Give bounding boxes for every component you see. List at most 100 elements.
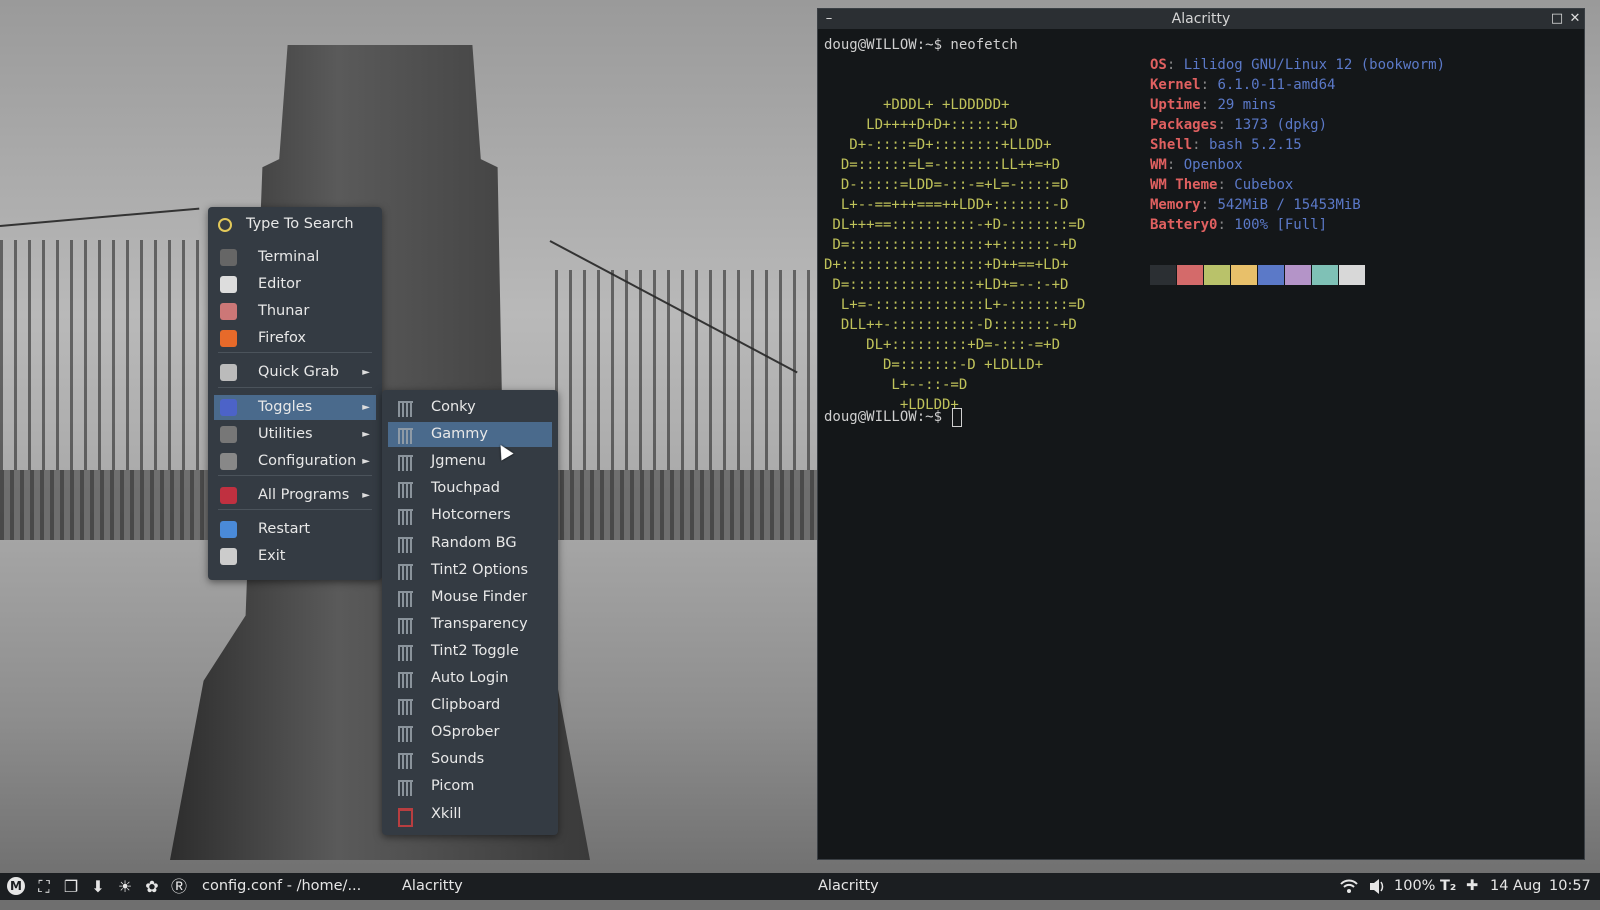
task-config[interactable]: config.conf - /home/... — [202, 873, 361, 900]
logo-line: D+:::::::::::::::::+D++==+LD+ — [824, 257, 1069, 273]
toggle-item-tint2-options[interactable]: Tint2 Options — [388, 558, 552, 583]
toggle-item-conky[interactable]: Conky — [388, 395, 552, 420]
terminal-icon — [220, 249, 237, 266]
script-icon — [398, 726, 413, 743]
toggle-item-jgmenu[interactable]: Jgmenu — [388, 449, 552, 474]
menu-item-all-programs[interactable]: All Programs ► — [214, 483, 376, 508]
menu-item-exit[interactable]: Exit — [214, 544, 376, 569]
task-alacritty-1[interactable]: Alacritty — [402, 873, 463, 900]
menu-search[interactable]: Type To Search — [214, 212, 376, 237]
bridge-hangers — [0, 240, 200, 470]
toggle-item-random-bg[interactable]: Random BG — [388, 531, 552, 556]
toggle-item-transparency[interactable]: Transparency — [388, 612, 552, 637]
info-separator: : — [1200, 77, 1218, 93]
maximize-icon[interactable]: □ — [1548, 9, 1566, 29]
logo-line: DLL++-::::::::::-D:::::::-+D — [824, 317, 1077, 333]
toggle-item-label: Random BG — [431, 534, 517, 551]
logo-line: +DDDL+ +LDDDDD+ — [824, 97, 1010, 113]
toggles-submenu[interactable]: Conky Gammy Jgmenu Touchpad Hotcorners Random… — [382, 390, 558, 835]
script-icon — [398, 563, 413, 580]
toggle-item-auto-login[interactable]: Auto Login — [388, 666, 552, 691]
info-line: Shell: bash 5.2.15 — [1150, 135, 1302, 155]
download-icon[interactable]: ⬇ — [88, 873, 108, 900]
info-separator: : — [1200, 97, 1218, 113]
info-key: WM Theme — [1150, 177, 1218, 193]
menu-item-editor[interactable]: Editor — [214, 272, 376, 297]
task-alacritty-2[interactable]: Alacritty — [818, 873, 879, 900]
toggle-item-hotcorners[interactable]: Hotcorners — [388, 503, 552, 528]
toggle-item-gammy[interactable]: Gammy — [388, 422, 552, 448]
utilities-icon — [220, 426, 237, 443]
menu-item-label: Exit — [258, 548, 286, 564]
trash-icon — [398, 807, 413, 827]
script-icon — [398, 672, 413, 688]
info-line: Battery0: 100% [Full] — [1150, 215, 1327, 235]
window-titlebar[interactable]: – Alacritty □ ✕ — [818, 9, 1584, 29]
toggle-item-picom[interactable]: Picom — [388, 774, 552, 799]
logo-line: DL+:::::::::+D=-:::-=+D — [824, 337, 1061, 353]
app-grid-icon[interactable]: ⛶ — [34, 873, 54, 900]
info-separator: : — [1166, 57, 1184, 73]
info-line: WM Theme: Cubebox — [1150, 175, 1293, 195]
editor-icon — [220, 276, 237, 293]
script-icon — [398, 401, 413, 417]
terminal-output[interactable]: doug@WILLOW:~$ neofetch +DDDL+ +LDDDDD+ … — [824, 35, 1584, 859]
toggle-item-clipboard[interactable]: Clipboard — [388, 693, 552, 718]
menu-item-utilities[interactable]: Utilities ► — [214, 422, 376, 447]
toggle-item-sounds[interactable]: Sounds — [388, 747, 552, 772]
bridge-hangers — [555, 270, 820, 470]
menu-item-toggles[interactable]: Toggles ► — [214, 395, 376, 420]
info-value: bash 5.2.15 — [1209, 137, 1302, 153]
window-list-icon[interactable]: ❐ — [61, 873, 81, 900]
info-separator: : — [1217, 177, 1235, 193]
info-line: WM: Openbox — [1150, 155, 1243, 175]
volume-icon[interactable] — [1368, 873, 1386, 900]
prompt-text: doug@WILLOW:~$ — [824, 409, 951, 425]
info-separator: : — [1166, 157, 1184, 173]
logo-line: D=:::::::-D +LDLLD+ — [824, 357, 1044, 373]
info-separator: : — [1192, 137, 1210, 153]
start-button[interactable]: M — [6, 873, 26, 900]
menu-item-firefox[interactable]: Firefox — [214, 326, 376, 351]
toggle-item-label: Transparency — [431, 615, 528, 632]
root-menu[interactable]: Type To Search Terminal Editor Thunar Firef… — [208, 207, 382, 580]
menu-item-quick-grab[interactable]: Quick Grab ► — [214, 360, 376, 385]
info-value: Cubebox — [1234, 177, 1294, 193]
close-icon[interactable]: ✕ — [1566, 9, 1584, 29]
minimize-icon[interactable]: – — [820, 9, 838, 29]
brightness-icon[interactable]: ☀ — [115, 873, 135, 900]
logo-line: D+-::::=D+::::::::+LLDD+ — [824, 137, 1052, 153]
menu-item-terminal[interactable]: Terminal — [214, 245, 376, 270]
info-key: Battery0 — [1150, 217, 1218, 233]
menu-item-label: Firefox — [258, 330, 306, 346]
menu-item-configuration[interactable]: Configuration ► — [214, 449, 376, 474]
thunar-icon — [220, 303, 237, 320]
info-key: Kernel — [1150, 77, 1201, 93]
toggle-item-tint2-toggle[interactable]: Tint2 Toggle — [388, 639, 552, 664]
info-key: OS — [1150, 57, 1167, 73]
toggle-item-osprober[interactable]: OSprober — [388, 720, 552, 745]
wifi-icon[interactable] — [1339, 873, 1359, 900]
battery-level[interactable]: 100% — [1394, 873, 1435, 900]
settings-icon[interactable]: ✿ — [142, 873, 162, 900]
menu-item-thunar[interactable]: Thunar — [214, 299, 376, 324]
logo-line: DL+++==::::::::::-+D-:::::::=D — [824, 217, 1086, 233]
toggle-item-label: Gammy — [431, 426, 488, 443]
toggle-item-touchpad[interactable]: Touchpad — [388, 476, 552, 501]
menu-separator — [218, 475, 372, 476]
logo-line: L+=-:::::::::::::L+-:::::::=D — [824, 297, 1086, 313]
terminal-window[interactable]: – Alacritty □ ✕ doug@WILLOW:~$ neofetch … — [817, 8, 1585, 860]
keyboard-layout[interactable]: T₂ — [1440, 873, 1456, 900]
plus-icon[interactable]: ✚ — [1466, 873, 1478, 900]
toggle-item-xkill[interactable]: Xkill — [388, 802, 552, 827]
info-line: Kernel: 6.1.0-11-amd64 — [1150, 75, 1335, 95]
menu-item-restart[interactable]: Restart — [214, 517, 376, 542]
r-icon[interactable]: Ⓡ — [169, 873, 189, 900]
clock-date[interactable]: 14 Aug — [1490, 873, 1541, 900]
window-title: Alacritty — [1171, 11, 1231, 27]
clock-time[interactable]: 10:57 — [1549, 873, 1591, 900]
toggle-item-label: Jgmenu — [431, 453, 486, 470]
firefox-icon — [220, 330, 237, 347]
toggle-item-mouse-finder[interactable]: Mouse Finder — [388, 585, 552, 610]
logo-line: L+--==+++===++LDD+:::::::-D — [824, 197, 1069, 213]
